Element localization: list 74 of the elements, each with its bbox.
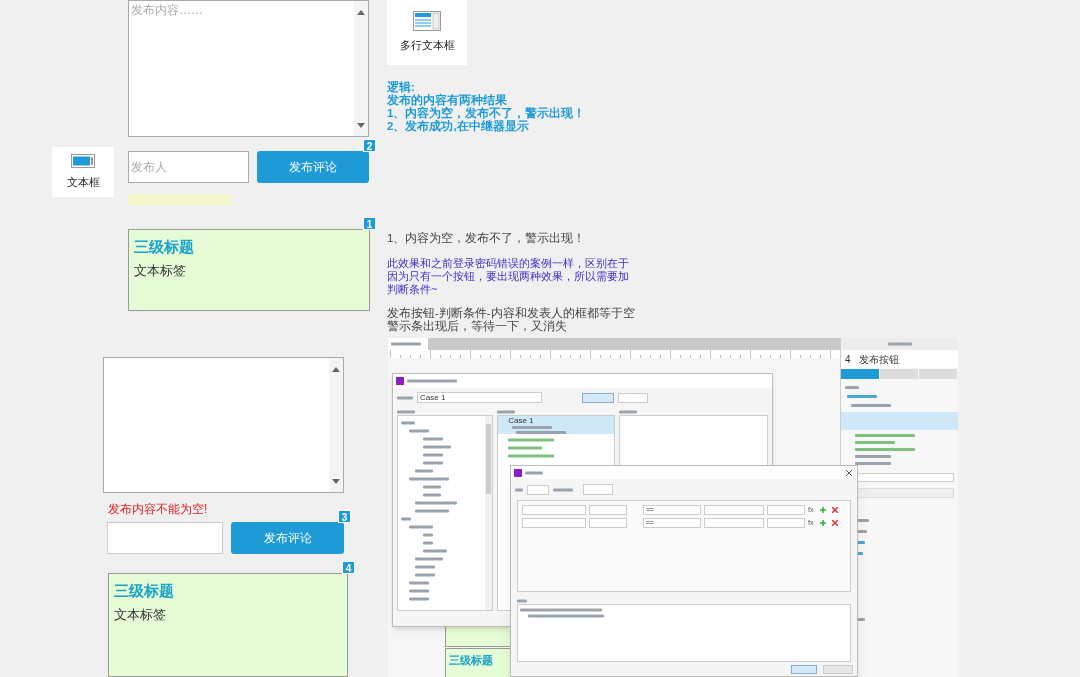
condition-label-text [553,486,573,493]
value-type-dropdown[interactable] [704,518,764,528]
tab-title-text [391,341,421,347]
multiline-textbox-icon [413,11,441,32]
action-list-drawing [855,432,915,467]
widget-title: 发布按钮 [858,352,899,367]
panel-heading: 三级标题 [449,653,493,668]
panel-label: 文本标签 [134,263,186,280]
delete-icon[interactable] [832,507,839,513]
case-name-label [397,394,413,401]
add-icon[interactable] [820,520,827,526]
app-icon [396,377,404,385]
dialog-title-text [407,378,457,384]
content-field[interactable] [103,357,344,493]
value-type-dropdown[interactable] [704,505,764,515]
dialog-button[interactable] [791,665,817,674]
widget-number: 4 [845,352,851,367]
explanation-highlight: 此效果和之前登录密码错误的案例一样，区别在于因为只有一个按钮，要出现两种效果，所以需要加判断条件~ [387,257,630,296]
selected-case-row[interactable] [841,412,958,430]
logic-note-line: 1、内容为空，发布不了，警示出现！ [387,107,586,120]
action-tree[interactable] [397,415,494,611]
textbox-icon [71,153,95,168]
scrollbar[interactable] [485,416,493,610]
case-name-field[interactable]: Case 1 [417,392,542,403]
dialog-button[interactable] [583,484,613,495]
condition-type-dropdown[interactable] [522,505,586,515]
action-list-drawing [508,436,555,460]
panel-heading: 三级标题 [134,237,194,257]
badge: 1 [363,217,376,230]
explanation-step: 警示条出现后，等待一下，又消失 [387,320,635,333]
logic-note-line: 2、发布成功,在中继器显示 [387,120,530,133]
author-field[interactable]: 发布人 [128,151,249,183]
error-message: 发布内容不能为空! [108,501,208,518]
widget-label: 多行文本框 [399,38,455,54]
dialog-title-text [525,469,543,476]
explanation-heading: 1、内容为空，发布不了，警示出现！ [387,231,586,246]
badge: 4 [342,561,355,574]
panel-heading: 三级标题 [114,581,174,601]
inspector-tab[interactable] [841,369,880,379]
description-label [517,598,527,604]
selected-case-row[interactable]: Case 1 [498,416,615,434]
case-item: Case 1 [508,417,535,425]
condition-type-dropdown[interactable] [522,518,586,528]
logic-note-line: 逻辑: [387,81,416,94]
interaction-list-drawing [845,383,891,410]
inspector-header-text [887,341,912,347]
target-dropdown[interactable] [589,518,627,528]
close-icon[interactable] [846,469,852,476]
inspector-tab[interactable] [880,369,919,379]
match-label [515,486,523,493]
badge: 2 [363,139,376,152]
delete-icon[interactable] [832,520,839,526]
match-dropdown[interactable] [527,484,549,495]
dialog-button[interactable] [618,392,648,403]
column-heading [497,409,516,415]
value-field[interactable] [767,518,805,528]
widget-tile[interactable]: 文本框 [52,147,114,197]
widget-tile[interactable]: 多行文本框 [387,0,467,65]
explanation-step: 发布按钮-判断条件-内容和发表人的框都等于空 [387,307,635,320]
inspector-tab[interactable] [919,369,958,379]
app-icon [514,468,522,477]
badge: 3 [338,510,351,523]
content-field[interactable]: 发布内容…… [128,0,369,137]
column-heading [619,409,638,415]
dialog-button[interactable] [582,392,614,403]
add-icon[interactable] [820,507,827,513]
logic-note-line: 发布的内容有两种结果 [387,94,508,107]
author-field[interactable] [107,522,223,554]
panel-label: 文本标签 [114,607,166,624]
column-heading [397,409,415,415]
target-dropdown[interactable] [589,505,627,515]
dialog-button[interactable] [823,665,853,674]
widget-label: 文本框 [66,174,100,190]
value-field[interactable] [767,505,805,515]
